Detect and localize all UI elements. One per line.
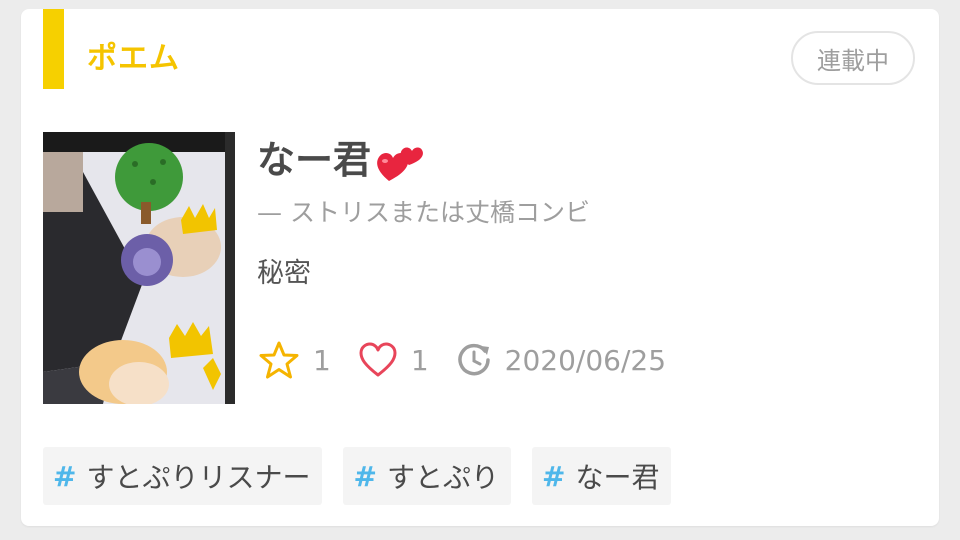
star-stat: 1: [259, 340, 331, 380]
updated-date: 2020/06/25: [504, 343, 667, 377]
hash-icon: #: [541, 459, 566, 493]
history-clock-icon: [457, 343, 490, 376]
tag-label: なー君: [575, 461, 660, 494]
hash-icon: #: [53, 459, 77, 493]
work-card[interactable]: ポエム 連載中 なー君 — ストリスまたは丈橋コンビ 秘密 1 1 2020/0…: [21, 9, 939, 526]
work-description: 秘密: [257, 258, 311, 289]
star-count: 1: [313, 343, 331, 377]
work-title[interactable]: なー君: [257, 135, 371, 185]
tag-label: すとぷり: [386, 461, 499, 494]
two-hearts-icon: [377, 147, 423, 181]
tag-item[interactable]: # すとぷり: [343, 447, 511, 505]
tag-list: # すとぷりリスナー # すとぷり # なー君: [43, 447, 692, 505]
hash-icon: #: [353, 459, 377, 493]
tag-label: すとぷりリスナー: [86, 461, 311, 494]
star-icon: [259, 341, 299, 379]
like-stat: 1: [359, 342, 429, 378]
like-count: 1: [410, 343, 429, 377]
updated-stat: 2020/06/25: [457, 343, 666, 377]
cover-image: [43, 132, 235, 404]
work-title-row[interactable]: なー君: [257, 133, 429, 187]
category-accent-bar: [43, 9, 64, 89]
cover-thumbnail[interactable]: [43, 132, 235, 404]
status-badge: 連載中: [791, 31, 915, 85]
tag-item[interactable]: # なー君: [531, 447, 672, 505]
author-name[interactable]: — ストリスまたは丈橋コンビ: [257, 195, 590, 231]
heart-icon: [359, 342, 397, 377]
page: ポエム 連載中 なー君 — ストリスまたは丈橋コンビ 秘密 1 1 2020/0…: [0, 0, 960, 540]
category-label: ポエム: [87, 41, 180, 76]
work-stats: 1 1 2020/06/25: [259, 337, 694, 383]
tag-item[interactable]: # すとぷりリスナー: [43, 447, 323, 505]
